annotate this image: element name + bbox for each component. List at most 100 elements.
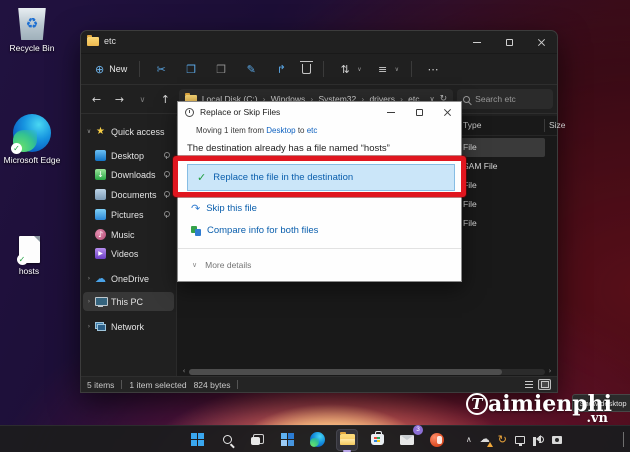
dialog-minimize-button[interactable] <box>377 102 405 122</box>
horizontal-scrollbar[interactable]: ‹ › <box>179 367 555 376</box>
task-view-icon <box>250 434 264 445</box>
items-count: 5 items <box>87 379 115 390</box>
selection-size: 824 bytes <box>193 379 231 390</box>
dialog-title: Replace or Skip Files <box>200 107 281 117</box>
dialog-subtitle: Moving 1 item from Desktop to etc <box>196 126 318 135</box>
link-etc[interactable]: etc <box>307 126 318 135</box>
dialog-maximize-button[interactable] <box>405 102 433 122</box>
sidebar-item-desktop[interactable]: Desktop <box>83 146 174 165</box>
large-icons-view-button[interactable] <box>538 379 551 390</box>
chevron-down-icon: ∨ <box>192 261 198 269</box>
office-taskbar-button[interactable] <box>426 429 448 451</box>
store-taskbar-button[interactable] <box>366 429 388 451</box>
task-view-button[interactable] <box>246 429 268 451</box>
sidebar-item-onedrive[interactable]: › ☁ OneDrive <box>83 269 174 288</box>
recycle-glyph: ♻ <box>25 16 39 32</box>
sync-tray-icon[interactable]: ↻ <box>498 434 507 445</box>
chevron-right-icon: › <box>87 323 91 330</box>
sidebar-item-videos[interactable]: ▶ Videos <box>83 244 174 263</box>
rename-icon[interactable]: ✎ <box>242 63 260 76</box>
scroll-right-icon[interactable]: › <box>545 367 555 376</box>
scrollbar-thumb[interactable] <box>189 368 503 375</box>
annotation-highlight-box <box>173 156 466 197</box>
mail-taskbar-button[interactable]: 3 <box>396 424 423 451</box>
network-icon <box>95 321 106 332</box>
minimize-button[interactable] <box>461 31 493 53</box>
start-button[interactable] <box>186 429 208 451</box>
sidebar-item-this-pc[interactable]: › This PC <box>83 292 174 311</box>
desktop-icon-microsoft-edge[interactable]: ✓ Microsoft Edge <box>1 114 63 165</box>
sidebar-item-network[interactable]: › Network <box>83 317 174 336</box>
notification-badge: 3 <box>413 424 423 435</box>
edge-taskbar-button[interactable] <box>306 429 328 451</box>
downloads-icon: ↓ <box>95 169 106 180</box>
desktop-icon-label: Microsoft Edge <box>3 155 61 165</box>
column-header-type[interactable]: Type <box>463 120 481 130</box>
compare-icon <box>191 225 201 236</box>
more-options-icon[interactable]: ⋯ <box>424 63 442 76</box>
view-button[interactable]: ≡ ∨ <box>374 63 399 76</box>
show-desktop-button[interactable] <box>623 432 624 447</box>
share-icon[interactable]: ↱ <box>272 63 290 76</box>
dialog-titlebar: Replace or Skip Files <box>178 102 461 122</box>
forward-button[interactable]: → <box>110 93 129 106</box>
onedrive-tray-icon[interactable]: ☁ <box>480 434 493 447</box>
sort-icon: ⇅ <box>340 62 350 76</box>
edge-icon <box>309 432 325 447</box>
display-tray-icon[interactable] <box>515 435 525 446</box>
explorer-tab-etc[interactable]: etc <box>87 34 116 46</box>
sidebar-item-documents[interactable]: Documents <box>83 185 174 204</box>
recent-locations-button[interactable]: ∨ <box>133 95 152 104</box>
sidebar-item-downloads[interactable]: ↓ Downloads <box>83 165 174 184</box>
hidden-icons-chevron[interactable]: ∧ <box>466 435 472 444</box>
maximize-button[interactable] <box>493 31 525 53</box>
widgets-icon <box>280 433 294 446</box>
widgets-button[interactable] <box>276 429 298 451</box>
onedrive-cloud-icon: ☁ <box>95 272 106 285</box>
search-box[interactable]: Search etc <box>457 89 553 109</box>
option-compare-files[interactable]: Compare info for both files <box>191 225 318 236</box>
column-header-size[interactable]: Size <box>549 120 566 130</box>
close-button[interactable] <box>525 31 557 53</box>
explorer-titlebar: etc <box>81 31 557 53</box>
dialog-close-button[interactable] <box>433 102 461 122</box>
camera-tray-icon[interactable] <box>552 435 562 444</box>
up-button[interactable]: ↑ <box>156 93 175 106</box>
new-button[interactable]: ⊕ New <box>95 63 127 76</box>
cut-icon[interactable]: ✂ <box>152 63 170 76</box>
chevron-down-icon: ∨ <box>357 65 362 73</box>
watermark: Taimienphi .vn <box>466 391 612 426</box>
desktop-icon-recycle-bin[interactable]: ♻ Recycle Bin <box>1 8 63 53</box>
pin-icon <box>163 191 170 198</box>
option-skip-file[interactable]: ↷ Skip this file <box>191 203 257 214</box>
taskbar-search-button[interactable] <box>216 429 238 451</box>
status-bar: 5 items 1 item selected 824 bytes <box>81 376 557 392</box>
toolbar-divider <box>411 61 413 77</box>
sidebar-item-quick-access[interactable]: ∨ ★ Quick access <box>83 122 174 141</box>
desktop-icon-hosts[interactable]: ✓ hosts <box>0 236 60 276</box>
sort-button[interactable]: ⇅ ∨ <box>336 62 362 76</box>
more-details-toggle[interactable]: ∨ More details <box>178 248 461 281</box>
copy-dialog-icon <box>185 107 194 117</box>
file-explorer-taskbar-button[interactable] <box>336 428 358 452</box>
mail-icon <box>400 434 414 445</box>
pin-icon <box>163 171 170 178</box>
pin-icon <box>163 211 170 218</box>
sidebar-item-music[interactable]: ♪ Music <box>83 225 174 244</box>
column-divider[interactable] <box>544 119 545 132</box>
explorer-toolbar: ⊕ New ✂ ❐ ❒ ✎ ↱ ⇅ ∨ ≡ ∨ ⋯ <box>81 53 557 85</box>
pin-icon <box>163 152 170 159</box>
volume-tray-icon[interactable] <box>533 435 544 446</box>
scroll-left-icon[interactable]: ‹ <box>179 367 189 376</box>
link-desktop[interactable]: Desktop <box>266 126 295 135</box>
delete-icon[interactable] <box>300 61 314 74</box>
videos-icon: ▶ <box>95 248 106 259</box>
paste-icon[interactable]: ❒ <box>212 63 230 76</box>
search-icon <box>463 95 471 103</box>
sidebar-item-pictures[interactable]: Pictures <box>83 205 174 224</box>
skip-icon: ↷ <box>191 202 201 215</box>
back-button[interactable]: ← <box>87 93 106 106</box>
details-view-button[interactable] <box>522 379 535 390</box>
copy-icon[interactable]: ❐ <box>182 63 200 76</box>
recycle-bin-icon: ♻ <box>18 8 46 40</box>
